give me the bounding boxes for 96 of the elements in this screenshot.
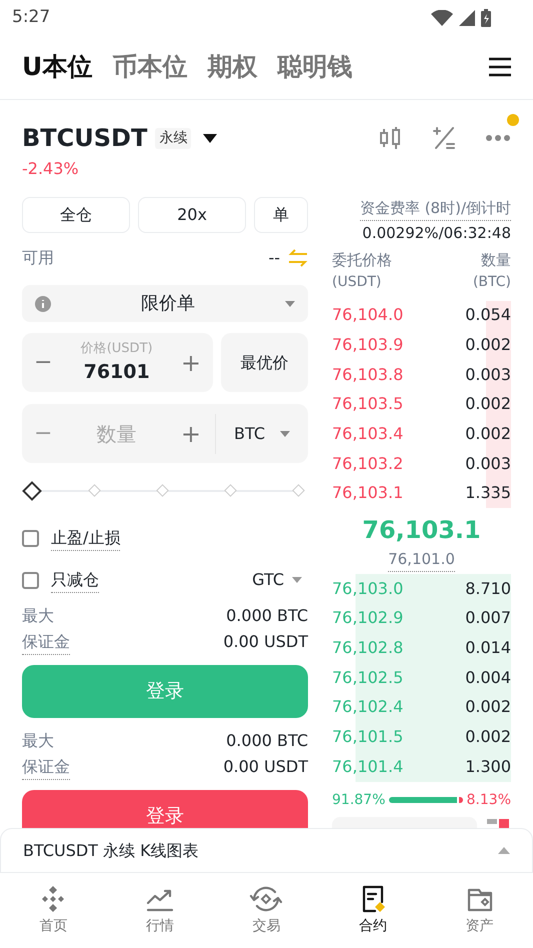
order-quantity: 0.002	[465, 334, 511, 356]
info-icon	[35, 296, 51, 312]
bid-ask-price: 76,103.9	[332, 334, 404, 356]
transfer-icon[interactable]	[288, 249, 308, 267]
price-column-header: 委托价格	[332, 250, 392, 271]
bid-ask-price: 76,102.8	[332, 637, 404, 660]
nav-tab[interactable]: 合约	[320, 873, 426, 948]
order-quantity: 0.002	[465, 423, 511, 446]
order-type-dropdown[interactable]: 限价单	[22, 285, 308, 322]
exchange-icon	[249, 884, 284, 914]
buy-ratio: 91.87%	[332, 790, 386, 810]
margin-mode-button[interactable]: 全仓	[22, 197, 130, 233]
checkbox[interactable]	[22, 572, 39, 588]
funding-rate-value: 0.00292%/06:32:48	[362, 222, 511, 244]
checkbox[interactable]	[22, 530, 39, 546]
summary-value: 0.00 USDT	[223, 631, 308, 653]
order-quantity: 0.002	[465, 726, 511, 748]
option-label: 止盈/止损	[51, 526, 120, 550]
summary-label: 最大	[22, 730, 54, 752]
time-in-force-dropdown[interactable]: GTC	[252, 568, 302, 592]
market-tab[interactable]: 期权	[207, 48, 258, 86]
mark-price: 76,101.0	[388, 548, 455, 572]
order-quantity: 0.002	[465, 393, 511, 416]
bid-ask-price: 76,103.4	[332, 423, 404, 446]
summary-label: 最大	[22, 605, 54, 627]
market-tab[interactable]: 币本位	[112, 48, 188, 86]
bid-ask-price: 76,101.5	[332, 726, 404, 748]
chart-bottom-sheet[interactable]: BTCUSDT 永续 K线图表	[0, 828, 533, 873]
summary-value: 0.00 USDT	[223, 756, 308, 778]
caret-up-icon	[498, 847, 510, 854]
bid-ask-price: 76,102.9	[332, 607, 404, 630]
order-quantity: 0.003	[465, 452, 511, 475]
order-quantity: 0.003	[465, 364, 511, 386]
summary-value: 0.000 BTC	[226, 730, 308, 752]
caret-icon	[292, 577, 302, 583]
nav-tab[interactable]: 资产	[426, 873, 533, 948]
bid-ask-price: 76,102.5	[332, 666, 404, 689]
perpetual-tag: 永续	[155, 128, 192, 148]
price-label: 价格(USDT)	[80, 340, 153, 358]
bid-ask-price: 76,103.2	[332, 452, 404, 475]
best-price-button[interactable]: 最优价	[221, 333, 308, 392]
summary-label: 保证金	[22, 630, 70, 654]
quantity-column-unit: (BTC)	[472, 272, 511, 292]
caret-icon[interactable]	[203, 134, 218, 142]
order-quantity: 1.335	[465, 482, 511, 504]
increase-button[interactable]: +	[180, 344, 201, 380]
available-value: --	[268, 247, 280, 269]
caret-icon	[285, 300, 295, 306]
bid-ask-price: 76,102.4	[332, 696, 404, 718]
signal-icon	[459, 10, 475, 26]
order-quantity: 0.054	[465, 304, 511, 326]
quantity-field[interactable]: − 数量 + BTC	[22, 404, 308, 463]
bid-ask-price: 76,103.1	[332, 482, 404, 504]
status-time: 5:27	[12, 6, 50, 29]
calculator-icon[interactable]	[431, 125, 457, 151]
nav-tab[interactable]: 行情	[106, 873, 214, 948]
order-quantity: 8.710	[465, 578, 511, 600]
decrease-button[interactable]: −	[34, 346, 52, 379]
order-quantity: 1.300	[465, 756, 511, 778]
increase-button[interactable]: +	[180, 416, 215, 452]
bid-ask-price: 76,103.0	[332, 578, 404, 600]
bid-ask-price: 76,104.0	[332, 304, 404, 326]
menu-icon[interactable]	[489, 57, 511, 77]
summary-value: 0.000 BTC	[226, 605, 308, 627]
order-quantity: 0.004	[465, 666, 511, 689]
symbol-title[interactable]: BTCUSDT	[22, 120, 148, 156]
price-field[interactable]: − 价格(USDT) 76101 +	[22, 333, 213, 392]
available-label: 可用	[22, 247, 54, 269]
caret-icon	[280, 430, 290, 436]
last-price: 76,103.1	[362, 515, 481, 546]
option-label: 只减仓	[51, 568, 99, 592]
summary-label: 保证金	[22, 754, 70, 780]
bid-ask-price: 76,103.5	[332, 393, 404, 416]
order-quantity: 0.002	[465, 696, 511, 718]
price-value: 76101	[84, 360, 150, 385]
position-mode-button[interactable]: 单	[254, 197, 308, 233]
price-column-unit: (USDT)	[332, 272, 382, 292]
order-quantity: 0.014	[465, 637, 511, 660]
market-tab[interactable]: 聪明钱	[277, 48, 352, 86]
order-quantity: 0.007	[465, 607, 511, 630]
more-icon[interactable]	[485, 134, 511, 142]
nav-tab[interactable]: 首页	[0, 873, 107, 948]
candlestick-icon[interactable]	[379, 126, 403, 150]
leverage-button[interactable]: 20x	[138, 197, 246, 233]
quantity-input[interactable]: 数量	[52, 418, 181, 448]
wifi-icon	[431, 10, 453, 26]
unit-dropdown[interactable]: BTC	[216, 422, 308, 446]
sell-ratio: 8.13%	[466, 790, 511, 810]
price-change: -2.43%	[22, 158, 80, 180]
funding-rate-label: 资金费率 (8时)/倒计时	[360, 197, 511, 220]
market-tab[interactable]: U本位	[22, 48, 92, 86]
bid-ask-price: 76,103.8	[332, 364, 404, 386]
nav-tab[interactable]: 交易	[213, 873, 320, 948]
battery-icon	[481, 8, 491, 26]
quantity-column-header: 数量	[481, 250, 511, 271]
bid-ask-price: 76,101.4	[332, 756, 404, 778]
